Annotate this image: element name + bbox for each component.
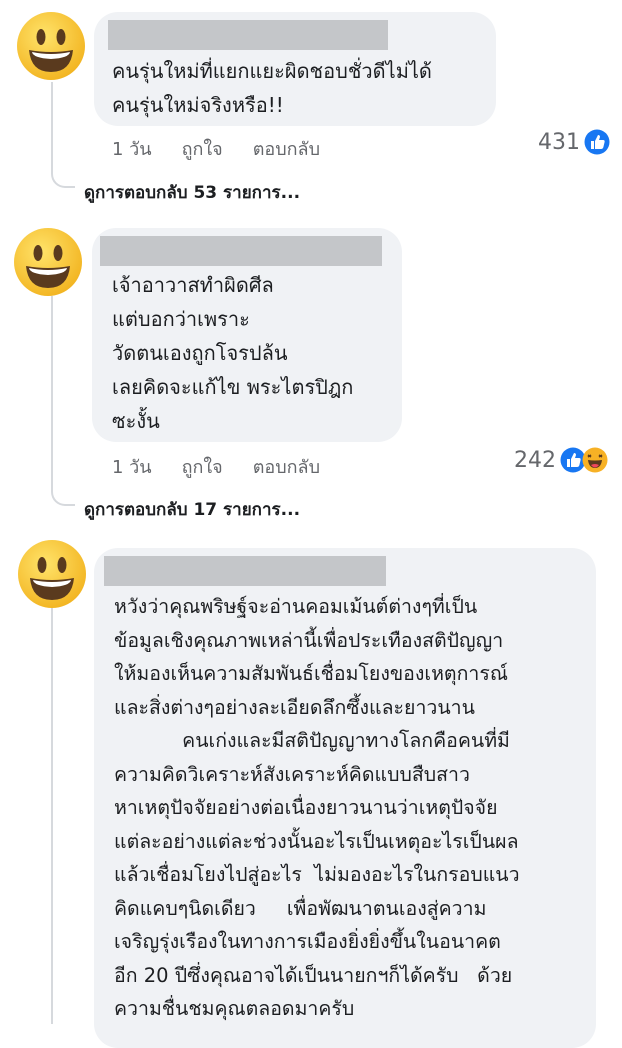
comment-timestamp[interactable]: 1 วัน <box>112 452 152 481</box>
comment-text: หวังว่าคุณพริษฐ์จะอ่านคอมเม้นต์ต่างๆที่เ… <box>114 595 520 1020</box>
view-replies-link[interactable]: ดูการตอบกลับ 53 รายการ... <box>84 179 300 206</box>
smiley-face-icon <box>17 12 85 80</box>
commenter-avatar[interactable] <box>16 538 88 610</box>
comment-bubble: คนรุ่นใหม่ที่แยกแยะผิดชอบชั่วดีไม่ได้ คน… <box>94 12 496 126</box>
comment-actions: 1 วัน ถูกใจ ตอบกลับ <box>112 134 320 163</box>
comment-timestamp[interactable]: 1 วัน <box>112 134 152 163</box>
redacted-commenter-name[interactable] <box>104 556 386 586</box>
reaction-count: 431 <box>538 129 580 155</box>
commenter-avatar[interactable] <box>12 226 84 298</box>
comment-text: คนรุ่นใหม่ที่แยกแยะผิดชอบชั่วดีไม่ได้ คน… <box>112 59 432 117</box>
reaction-summary[interactable]: 431 <box>538 129 610 155</box>
comment-actions: 1 วัน ถูกใจ ตอบกลับ <box>112 452 320 481</box>
smiley-face-icon <box>14 228 82 296</box>
commenter-avatar[interactable] <box>15 10 87 82</box>
redacted-commenter-name[interactable] <box>100 236 382 266</box>
like-icon <box>584 129 610 155</box>
comment-bubble: หวังว่าคุณพริษฐ์จะอ่านคอมเม้นต์ต่างๆที่เ… <box>94 548 596 1048</box>
comment-bubble: เจ้าอาวาสทำผิดศีล แต่บอกว่าเพราะ วัดตนเอ… <box>92 228 402 442</box>
comment-text: เจ้าอาวาสทำผิดศีล แต่บอกว่าเพราะ วัดตนเอ… <box>112 273 354 433</box>
like-button[interactable]: ถูกใจ <box>182 134 223 163</box>
smiley-face-icon <box>18 540 86 608</box>
reaction-summary[interactable]: 242 <box>514 447 608 473</box>
reply-button[interactable]: ตอบกลับ <box>253 134 320 163</box>
reply-button[interactable]: ตอบกลับ <box>253 452 320 481</box>
like-button[interactable]: ถูกใจ <box>182 452 223 481</box>
haha-icon <box>582 447 608 473</box>
redacted-commenter-name[interactable] <box>108 20 388 50</box>
view-replies-link[interactable]: ดูการตอบกลับ 17 รายการ... <box>84 496 300 523</box>
reaction-count: 242 <box>514 447 556 473</box>
